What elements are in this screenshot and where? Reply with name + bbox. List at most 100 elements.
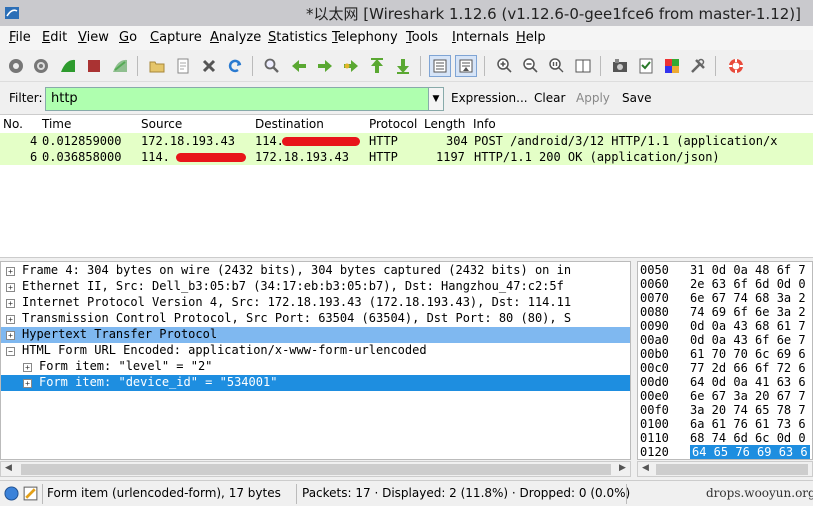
expand-icon[interactable]: + — [6, 267, 15, 276]
expand-icon[interactable]: + — [23, 379, 32, 388]
restart-capture-icon[interactable] — [109, 55, 131, 77]
help-icon[interactable] — [725, 55, 747, 77]
expand-icon[interactable]: + — [6, 315, 15, 324]
scroll-right-icon[interactable]: ▶ — [619, 463, 626, 473]
menu-internals[interactable]: Internals — [452, 30, 509, 45]
hex-bytes[interactable]: 61 70 70 6c 69 6 — [690, 347, 806, 361]
hex-bytes[interactable]: 6e 67 74 68 3a 2 — [690, 291, 806, 305]
last-packet-icon[interactable] — [392, 55, 414, 77]
zoom-out-icon[interactable] — [520, 55, 542, 77]
clear-button[interactable]: Clear — [534, 91, 565, 105]
colorize-icon[interactable] — [429, 55, 451, 77]
menu-statistics[interactable]: Statistics — [268, 30, 327, 45]
expand-icon[interactable]: + — [23, 363, 32, 372]
interface-list-icon[interactable] — [5, 55, 27, 77]
go-back-icon[interactable] — [288, 55, 310, 77]
menu-analyze[interactable]: Analyze — [210, 30, 261, 45]
expand-icon[interactable]: + — [6, 331, 15, 340]
hex-bytes[interactable]: 0d 0a 43 68 61 7 — [690, 319, 806, 333]
scrollbar-thumb[interactable] — [656, 464, 808, 475]
column-header-length[interactable]: Length — [424, 117, 465, 131]
coloring-rules-icon[interactable] — [661, 55, 683, 77]
menu-telephony[interactable]: Telephony — [332, 30, 398, 45]
menu-go[interactable]: Go — [119, 30, 137, 45]
hex-bytes-selected[interactable]: 64 65 76 69 63 6 — [690, 445, 810, 459]
hex-bytes[interactable]: 3a 20 74 65 78 7 — [690, 403, 806, 417]
expand-icon[interactable]: + — [6, 283, 15, 292]
go-forward-icon[interactable] — [314, 55, 336, 77]
display-filter-input[interactable]: http — [45, 87, 429, 111]
status-separator — [296, 484, 297, 504]
tree-item-ip[interactable]: + Internet Protocol Version 4, Src: 172.… — [1, 295, 630, 311]
column-header-destination[interactable]: Destination — [255, 117, 324, 131]
hex-bytes[interactable]: 0d 0a 43 6f 6e 7 — [690, 333, 806, 347]
preferences-icon[interactable] — [687, 55, 709, 77]
menu-edit[interactable]: Edit — [42, 30, 67, 45]
capture-filters-icon[interactable] — [609, 55, 631, 77]
column-header-source[interactable]: Source — [141, 117, 182, 131]
zoom-in-icon[interactable] — [494, 55, 516, 77]
hex-bytes[interactable]: 68 74 6d 6c 0d 0 — [690, 431, 806, 445]
expert-info-icon[interactable] — [4, 486, 19, 501]
packet-row[interactable]: 6 0.036858000 114. 172.18.193.43 HTTP 11… — [0, 149, 813, 165]
expression-button[interactable]: Expression... — [451, 91, 528, 105]
find-icon[interactable] — [261, 55, 283, 77]
collapse-icon[interactable]: − — [6, 347, 15, 356]
tree-item-form-urlencoded[interactable]: − HTML Form URL Encoded: application/x-w… — [1, 343, 630, 359]
start-capture-icon[interactable] — [57, 55, 79, 77]
resize-columns-icon[interactable] — [572, 55, 594, 77]
hex-bytes[interactable]: 6e 67 3a 20 67 7 — [690, 389, 806, 403]
capture-comment-icon[interactable] — [22, 485, 39, 502]
scroll-left-icon[interactable]: ◀ — [642, 463, 649, 473]
go-to-packet-icon[interactable] — [340, 55, 362, 77]
apply-button[interactable]: Apply — [576, 91, 610, 105]
hex-bytes[interactable]: 64 0d 0a 41 63 6 — [690, 375, 806, 389]
hex-offset: 0090 — [640, 319, 669, 333]
hex-bytes[interactable]: 2e 63 6f 6d 0d 0 — [690, 277, 806, 291]
packet-row[interactable]: 4 0.012859000 172.18.193.43 114. HTTP 30… — [0, 133, 813, 149]
expand-icon[interactable]: + — [6, 299, 15, 308]
zoom-normal-icon[interactable] — [546, 55, 568, 77]
hex-bytes[interactable]: 77 2d 66 6f 72 6 — [690, 361, 806, 375]
hex-bytes[interactable]: 31 0d 0a 48 6f 7 — [690, 263, 806, 277]
scrollbar-thumb[interactable] — [21, 464, 611, 475]
save-file-icon[interactable] — [172, 55, 194, 77]
menu-view[interactable]: View — [78, 30, 109, 45]
stop-capture-icon[interactable] — [83, 55, 105, 77]
tree-item-ethernet[interactable]: + Ethernet II, Src: Dell_b3:05:b7 (34:17… — [1, 279, 630, 295]
capture-options-icon[interactable] — [30, 55, 52, 77]
display-filters-icon[interactable] — [635, 55, 657, 77]
tree-item-http[interactable]: + Hypertext Transfer Protocol — [1, 327, 630, 343]
hex-bytes[interactable]: 6a 61 76 61 73 6 — [690, 417, 806, 431]
menu-file[interactable]: File — [9, 30, 31, 45]
bytes-horizontal-scrollbar[interactable]: ◀ — [637, 461, 813, 477]
menu-tools[interactable]: Tools — [406, 30, 438, 45]
column-header-no[interactable]: No. — [3, 117, 23, 131]
save-button[interactable]: Save — [622, 91, 651, 105]
hex-offset: 00d0 — [640, 375, 669, 389]
column-header-protocol[interactable]: Protocol — [369, 117, 417, 131]
tree-item-frame[interactable]: + Frame 4: 304 bytes on wire (2432 bits)… — [1, 263, 630, 279]
hex-bytes[interactable]: 74 69 6f 6e 3a 2 — [690, 305, 806, 319]
first-packet-icon[interactable] — [366, 55, 388, 77]
packet-details-tree: + Frame 4: 304 bytes on wire (2432 bits)… — [0, 261, 631, 460]
tree-item-form-level[interactable]: + Form item: "level" = "2" — [1, 359, 630, 375]
tree-item-form-device-id[interactable]: + Form item: "device_id" = "534001" — [1, 375, 630, 391]
autoscroll-icon[interactable] — [455, 55, 477, 77]
column-header-info[interactable]: Info — [473, 117, 496, 131]
details-horizontal-scrollbar[interactable]: ◀ ▶ — [0, 461, 631, 477]
close-file-icon[interactable] — [198, 55, 220, 77]
packet-time: 0.012859000 — [42, 134, 122, 148]
column-header-time[interactable]: Time — [42, 117, 71, 131]
reload-icon[interactable] — [224, 55, 246, 77]
tree-item-tcp[interactable]: + Transmission Control Protocol, Src Por… — [1, 311, 630, 327]
open-file-icon[interactable] — [146, 55, 168, 77]
menu-capture[interactable]: Capture — [150, 30, 202, 45]
hex-offset: 00a0 — [640, 333, 669, 347]
packet-protocol: HTTP — [369, 134, 398, 148]
menu-help[interactable]: Help — [516, 30, 546, 45]
packet-list: No. Time Source Destination Protocol Len… — [0, 114, 813, 257]
window-title: *以太网 [Wireshark 1.12.6 (v1.12.6-0-gee1fc… — [306, 5, 801, 23]
scroll-left-icon[interactable]: ◀ — [5, 463, 12, 473]
filter-dropdown-button[interactable]: ▼ — [428, 87, 444, 111]
